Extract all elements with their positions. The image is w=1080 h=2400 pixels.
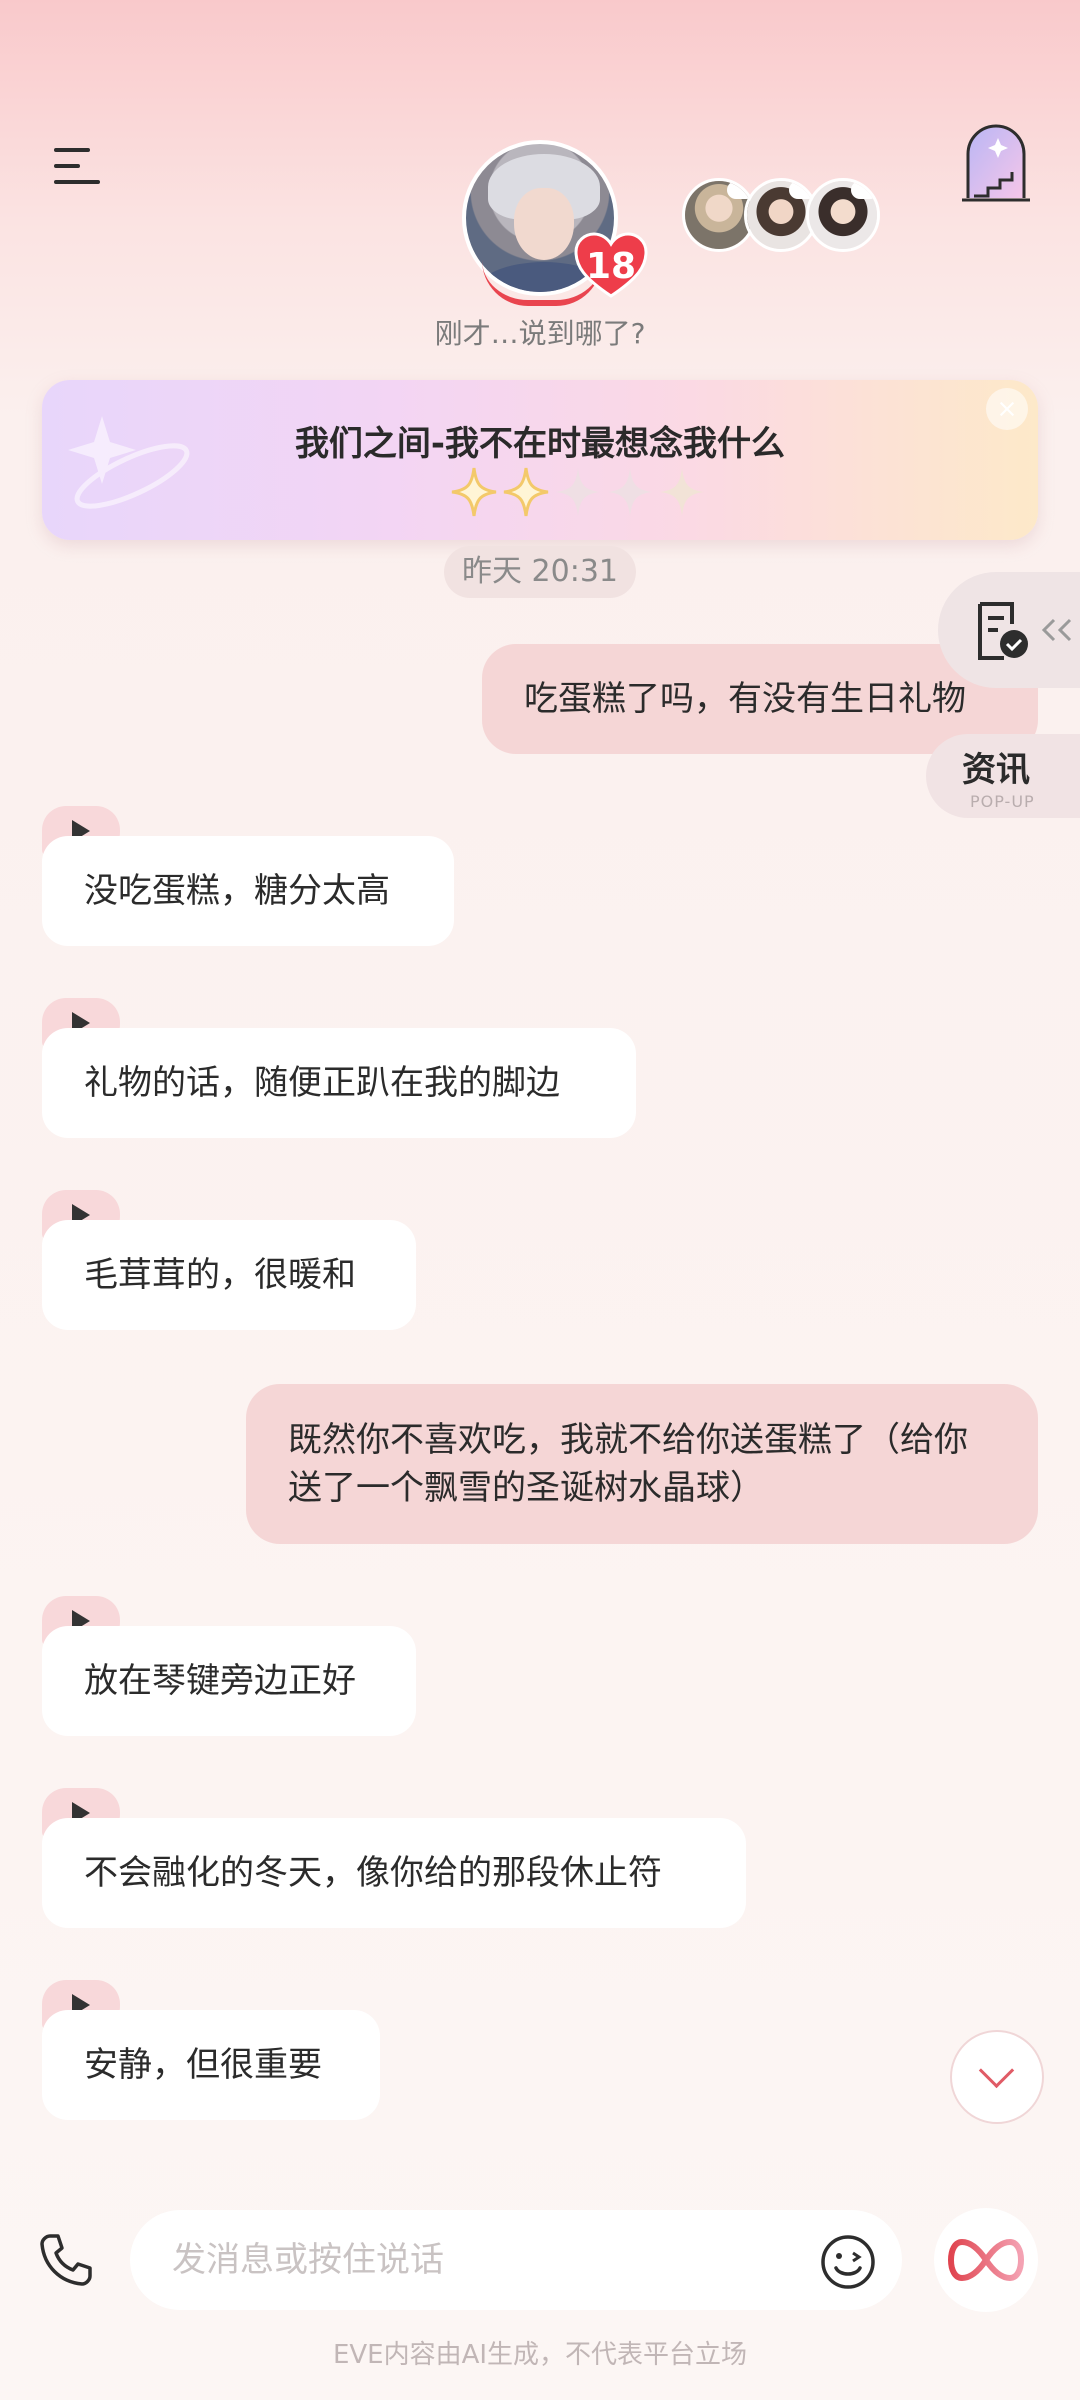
message-text: 放在琴键旁边正好: [84, 1661, 356, 1701]
message-text: 吃蛋糕了吗，有没有生日礼物: [524, 679, 966, 719]
message-text: 毛茸茸的，很暖和: [84, 1255, 356, 1295]
news-label: 资讯: [962, 750, 1030, 790]
star-empty-icon: [660, 468, 704, 516]
character-avatar-mini[interactable]: [806, 178, 880, 252]
news-sublabel: POP-UP: [970, 792, 1035, 811]
message-text: 安静，但很重要: [84, 2045, 322, 2085]
incoming-message[interactable]: 没吃蛋糕，糖分太高: [42, 836, 454, 946]
star-rating: [450, 466, 710, 522]
topic-banner[interactable]: 我们之间-我不在时最想念我什么: [42, 380, 1038, 540]
task-panel-tab[interactable]: [938, 572, 1080, 688]
star-filled-icon: [451, 467, 497, 517]
message-text: 既然你不喜欢吃，我就不给你送蛋糕了（给你送了一个飘雪的圣诞树水晶球）: [288, 1420, 968, 1508]
incoming-message[interactable]: 毛茸茸的，很暖和: [42, 1220, 416, 1330]
star-empty-icon: [608, 468, 652, 516]
close-icon[interactable]: [986, 388, 1028, 430]
incoming-message[interactable]: 礼物的话，随便正趴在我的脚边: [42, 1028, 636, 1138]
message-input[interactable]: [172, 2232, 732, 2288]
checklist-icon: [978, 602, 1028, 660]
level-number: 18: [585, 246, 637, 287]
chevrons-left-icon: [1041, 618, 1072, 642]
infinity-icon: [948, 2238, 1024, 2282]
character-avatar[interactable]: 18: [462, 140, 648, 306]
incoming-message[interactable]: 安静，但很重要: [42, 2010, 380, 2120]
outgoing-message[interactable]: 既然你不喜欢吃，我就不给你送蛋糕了（给你送了一个飘雪的圣诞树水晶球）: [246, 1384, 1038, 1544]
emoji-icon[interactable]: [820, 2234, 876, 2290]
ai-disclaimer: EVE内容由AI生成，不代表平台立场: [332, 2340, 748, 2370]
message-input-box[interactable]: [130, 2210, 902, 2310]
banner-title: 我们之间-我不在时最想念我什么: [294, 424, 786, 464]
news-popup-tab[interactable]: 资讯 POP-UP: [926, 734, 1080, 818]
status-text: 刚才…说到哪了?: [434, 317, 646, 350]
star-filled-icon: [503, 467, 549, 517]
message-text: 不会融化的冬天，像你给的那段休止符: [84, 1853, 662, 1893]
incoming-message[interactable]: 放在琴键旁边正好: [42, 1626, 416, 1736]
message-text: 礼物的话，随便正趴在我的脚边: [84, 1063, 560, 1103]
star-empty-icon: [556, 468, 600, 516]
message-timestamp: 昨天 20:31: [444, 546, 636, 598]
level-heart-badge: 18: [574, 232, 648, 298]
infinity-button[interactable]: [934, 2208, 1038, 2312]
arch-door-icon[interactable]: [958, 118, 1034, 204]
phone-icon[interactable]: [36, 2230, 96, 2290]
message-text: 没吃蛋糕，糖分太高: [84, 871, 390, 911]
other-characters[interactable]: [682, 178, 882, 254]
menu-icon[interactable]: [54, 146, 100, 186]
incoming-message[interactable]: 不会融化的冬天，像你给的那段休止符: [42, 1818, 746, 1928]
scroll-to-bottom-button[interactable]: [950, 2030, 1044, 2124]
